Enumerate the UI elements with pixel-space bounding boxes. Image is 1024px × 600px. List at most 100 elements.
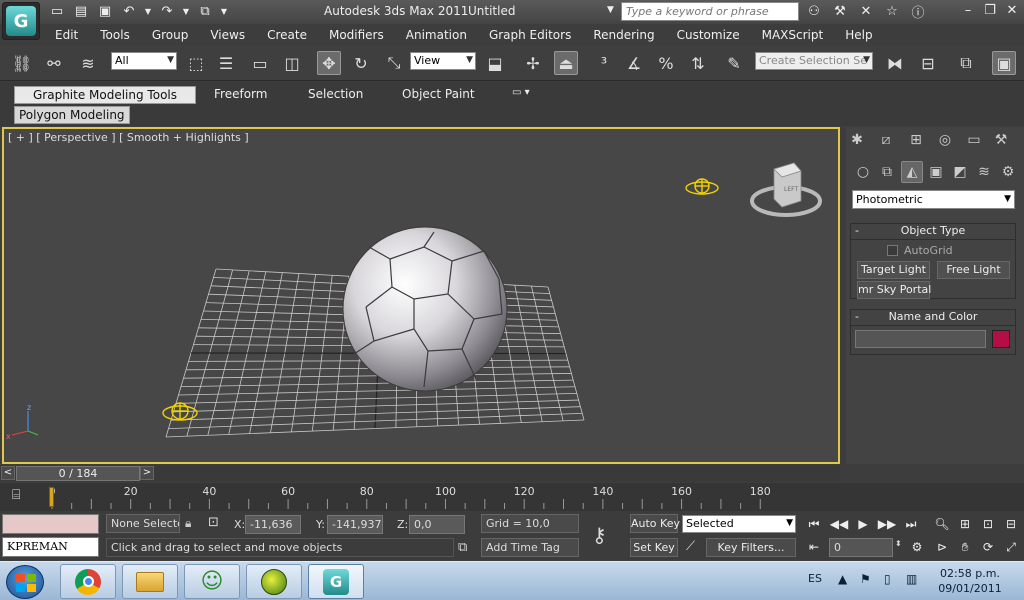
next-key-icon[interactable]: ▶▶ [877,515,897,533]
menu-group[interactable]: Group [141,28,200,42]
z-coord-input[interactable]: 0,0 [409,515,465,534]
show-hidden-icons[interactable]: ▲ [838,572,847,586]
key-filter-selection-dropdown[interactable]: Selected [682,515,796,533]
spinner-snap-icon[interactable]: ⇅ [686,51,710,75]
hierarchy-panel-icon[interactable]: ⊞ [905,129,927,151]
close-icon[interactable]: ✕ [1004,3,1020,19]
display-panel-icon[interactable]: ▭ [963,129,985,151]
taskbar-chrome[interactable] [60,564,116,599]
next-frame-arrow[interactable]: > [140,466,154,480]
menu-modifiers[interactable]: Modifiers [318,28,395,42]
reference-coordinate-dropdown[interactable]: View [410,52,476,70]
favorites-star-icon[interactable]: ☆ [883,2,901,20]
manipulate-icon[interactable]: ✢ [521,51,545,75]
binoculars-icon[interactable]: ⚇ [805,2,823,20]
help-icon[interactable]: ⓘ [909,2,927,21]
new-file-icon[interactable]: ▭ [48,2,66,20]
select-and-move-icon[interactable]: ✥ [317,51,341,75]
autogrid-checkbox[interactable]: AutoGrid [887,244,953,257]
taskbar-app-globe[interactable] [246,564,302,599]
minimize-icon[interactable]: – [960,3,976,19]
maxscript-mini-listener-input[interactable]: KPREMAN [2,537,99,557]
power-icon[interactable]: ▯ [884,572,891,586]
layer-manager-icon[interactable]: ⧉ [954,51,978,75]
cameras-icon[interactable]: ▣ [925,161,947,183]
communication-center-icon[interactable]: ✕ [857,2,875,20]
system-clock[interactable]: 02:58 p.m. 09/01/2011 [934,566,1006,596]
ribbon-options-icon[interactable]: ▭ ▾ [502,86,540,104]
select-object-icon[interactable]: ⬚ [184,51,208,75]
mirror-icon[interactable]: ⧓ [883,51,907,75]
maximize-viewport-icon[interactable]: ⤢ [1001,538,1021,556]
curve-editor-mini-icon[interactable]: ⌸ [12,487,20,503]
perspective-viewport[interactable]: [ + ] [ Perspective ] [ Smooth + Highlig… [2,127,840,464]
object-name-input[interactable] [855,330,986,348]
network-icon[interactable]: ▥ [906,572,917,586]
unlink-icon[interactable]: ⚯ [42,51,66,75]
go-to-start-icon[interactable]: ⏮ [804,515,824,533]
track-bar[interactable]: ⌸ 020406080100120140160180 [0,483,1024,511]
field-of-view-icon[interactable]: ⊳ [932,538,952,556]
select-by-name-icon[interactable]: ☰ [214,51,238,75]
set-key-mode-key-icon[interactable]: ⚷ [592,523,607,547]
application-button[interactable]: G [2,2,40,40]
menu-create[interactable]: Create [256,28,318,42]
modify-panel-icon[interactable]: ⧄ [875,129,897,151]
qa-dropdown-icon[interactable]: ▼ [220,2,228,20]
zoom-extents-icon[interactable]: ⊡ [978,515,998,533]
align-icon[interactable]: ⊟ [916,51,940,75]
menu-graph-editors[interactable]: Graph Editors [478,28,582,42]
orbit-icon[interactable]: ⟳ [978,538,998,556]
light-category-dropdown[interactable]: Photometric [852,190,1015,209]
menu-edit[interactable]: Edit [42,28,89,42]
angle-snap-icon[interactable]: ∡ [622,51,646,75]
menu-help[interactable]: Help [834,28,883,42]
keyboard-shortcut-override-icon[interactable]: ⏏ [554,51,578,75]
action-center-flag-icon[interactable]: ⚑ [860,572,871,586]
systems-icon[interactable]: ⚙ [997,161,1019,183]
select-and-rotate-icon[interactable]: ↻ [349,51,373,75]
edit-named-selection-icon[interactable]: ✎ [722,51,746,75]
taskbar-explorer[interactable] [122,564,178,599]
restore-icon[interactable]: ❐ [982,3,998,19]
time-cursor[interactable] [49,487,54,507]
project-folder-icon[interactable]: ⧉ [196,2,214,20]
auto-key-button[interactable]: Auto Key [630,514,680,533]
taskbar-messenger[interactable]: ☺ [184,564,240,599]
window-crossing-icon[interactable]: ◫ [280,51,304,75]
selection-lock-icon[interactable]: 🔒︎ [185,516,191,531]
language-indicator[interactable]: ES [808,572,822,585]
previous-key-icon[interactable]: ◀◀ [829,515,849,533]
tab-graphite-modeling-tools[interactable]: Graphite Modeling Tools [14,86,196,104]
tools-icon[interactable]: ⚒ [831,2,849,20]
name-and-color-header[interactable]: - Name and Color [851,310,1015,326]
add-time-tag-button[interactable]: Add Time Tag [481,538,579,557]
search-input[interactable]: Type a keyword or phrase [621,2,799,21]
menu-maxscript[interactable]: MAXScript [751,28,835,42]
rectangular-selection-icon[interactable]: ▭ [248,51,272,75]
free-light-button[interactable]: Free Light [937,261,1010,279]
key-filters-button[interactable]: Key Filters... [706,538,796,557]
menu-customize[interactable]: Customize [666,28,751,42]
utilities-panel-icon[interactable]: ⚒ [990,129,1012,151]
mr-sky-portal-button[interactable]: mr Sky Portal [857,281,931,299]
default-in-out-tangent-icon[interactable]: ⟋ [686,539,695,554]
set-key-button[interactable]: Set Key [630,538,678,557]
time-slider-thumb[interactable]: 0 / 184 [16,466,140,481]
go-to-end-icon[interactable]: ⏭ [901,515,921,533]
frame-spinner-icon[interactable]: ⬍ [895,539,902,548]
tab-freeform[interactable]: Freeform [204,86,277,104]
save-icon[interactable]: ▣ [96,2,114,20]
start-button[interactable] [6,565,44,599]
geometry-icon[interactable]: ○ [852,161,874,183]
y-coord-input[interactable]: -141,937 [327,515,383,534]
percent-snap-icon[interactable]: % [654,51,678,75]
shapes-icon[interactable]: ⧉ [876,161,898,183]
bind-space-warp-icon[interactable]: ≋ [76,51,100,75]
zoom-all-icon[interactable]: ⊞ [955,515,975,533]
redo-icon[interactable]: ↷ [158,2,176,20]
object-type-header[interactable]: - Object Type [851,224,1015,240]
graphite-toggle-icon[interactable]: ▣ [992,51,1016,75]
tab-polygon-modeling[interactable]: Polygon Modeling [14,106,130,124]
create-panel-icon[interactable]: ✱ [846,129,868,151]
